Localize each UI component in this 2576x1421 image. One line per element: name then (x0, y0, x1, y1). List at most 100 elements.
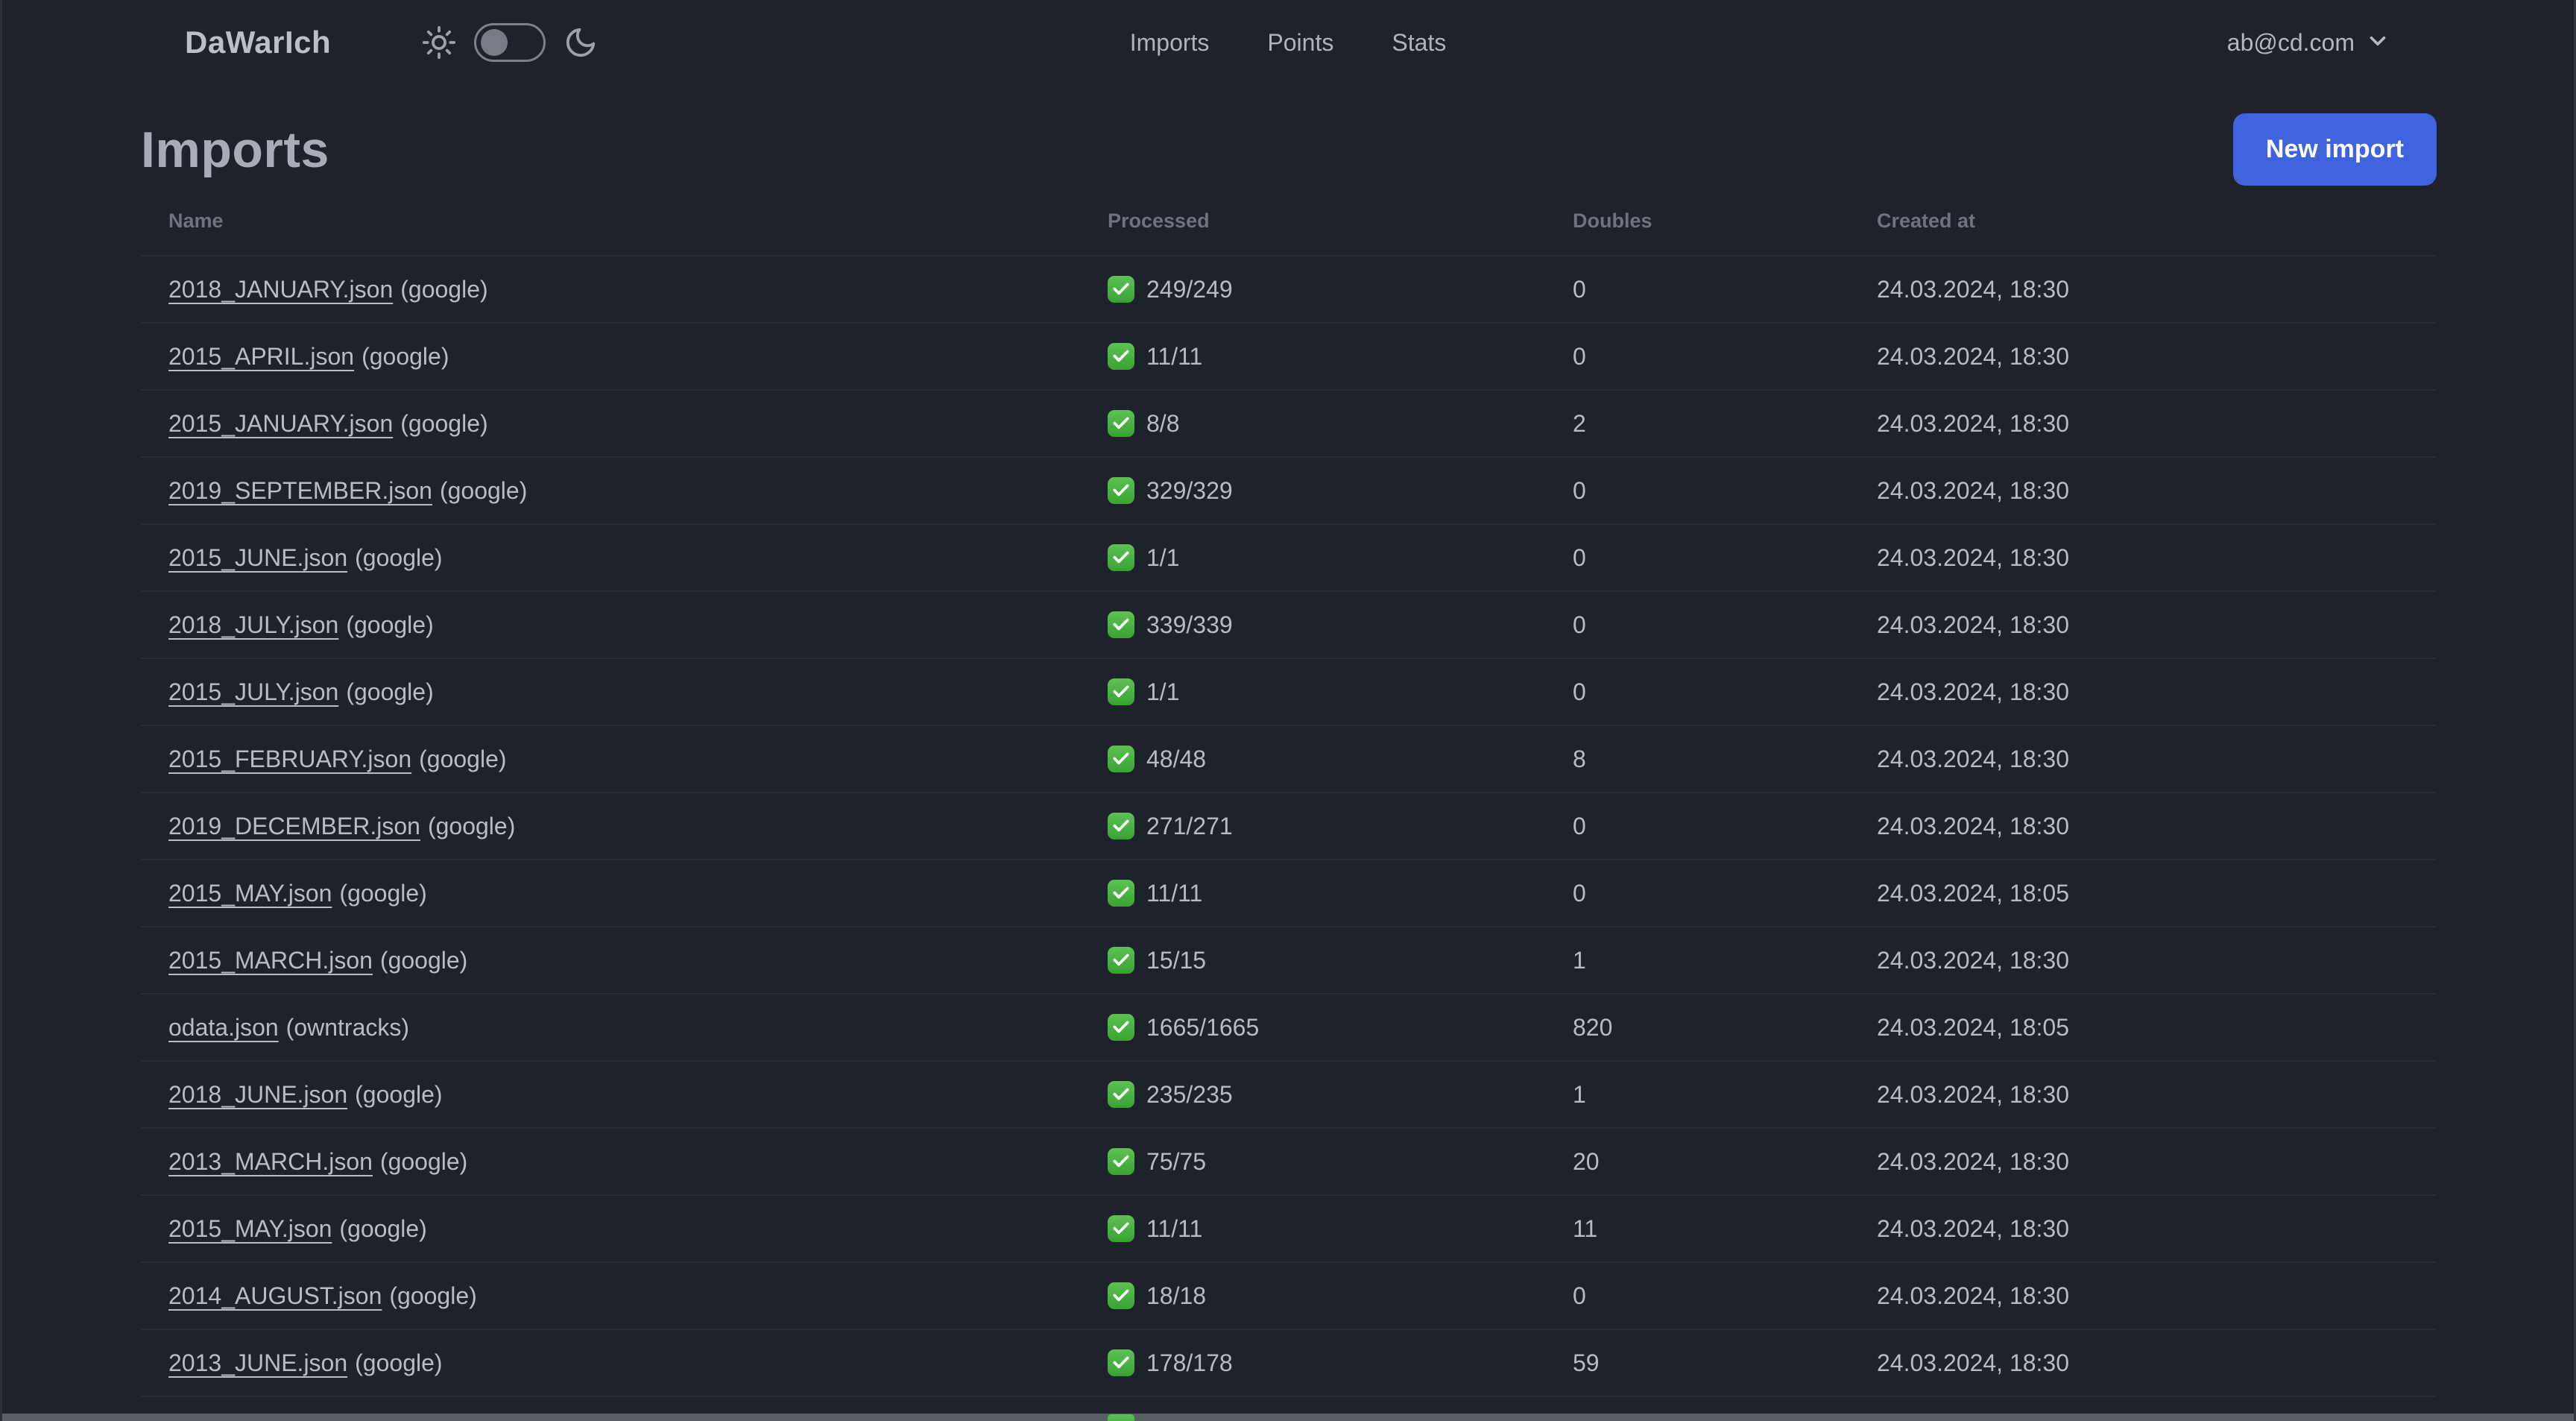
success-check-icon (1108, 746, 1134, 772)
import-file-link[interactable]: 2015_MAY.json (168, 880, 332, 907)
nav-item-stats[interactable]: Stats (1392, 29, 1446, 57)
import-source-label: (google) (339, 1214, 427, 1242)
doubles-count: 0 (1573, 342, 1586, 370)
theme-switch-knob[interactable] (481, 29, 508, 56)
success-check-icon (1108, 410, 1134, 437)
processed-count: 249/249 (1146, 275, 1233, 303)
success-check-icon (1108, 1215, 1134, 1242)
success-check-icon (1108, 1014, 1134, 1041)
success-check-icon (1108, 611, 1134, 638)
imports-table: Name Processed Doubles Created at 2018_J… (141, 205, 2437, 1417)
success-check-icon (1108, 678, 1134, 705)
processed-count: 75/75 (1146, 1147, 1207, 1175)
chevron-down-icon (2365, 28, 2390, 57)
import-file-link[interactable]: 2015_MARCH.json (168, 947, 373, 974)
created-at: 24.03.2024, 18:30 (1877, 678, 2070, 705)
import-table-row: 2018_JANUARY.json (google) 249/249 0 24.0… (141, 256, 2437, 323)
import-file-link[interactable]: 2013_MARCH.json (168, 1148, 373, 1175)
import-source-label: (google) (346, 678, 434, 705)
import-table-row: 2015_MAY.json (google) 11/11 0 24.03.2024… (141, 860, 2437, 927)
import-file-link[interactable]: 2018_JULY.json (168, 611, 338, 638)
app-window: DaWarIch Imports Points Stats ab@cd.com … (0, 0, 2576, 1421)
import-file-link[interactable]: 2015_JULY.json (168, 678, 338, 705)
created-at: 24.03.2024, 18:30 (1877, 745, 2070, 772)
doubles-count: 2 (1573, 409, 1586, 437)
success-check-icon (1108, 343, 1134, 370)
import-source-label: (google) (355, 1080, 443, 1108)
doubles-count: 0 (1573, 1282, 1586, 1309)
import-table-row: 2015_FEBRUARY.json (google) 48/48 8 24.03… (141, 725, 2437, 793)
import-source-label: (google) (400, 409, 488, 437)
import-file-link[interactable]: 2014_AUGUST.json (168, 1282, 382, 1309)
import-source-label: (google) (379, 1147, 468, 1175)
import-file-link[interactable]: 2015_JANUARY.json (168, 410, 393, 437)
processed-count: 48/48 (1146, 745, 1207, 772)
theme-switch[interactable] (474, 23, 546, 62)
nav-item-imports[interactable]: Imports (1130, 29, 1210, 57)
import-source-label: (google) (389, 1282, 477, 1309)
import-table-row: 2014_AUGUST.json (google) 18/18 0 24.03.2… (141, 1262, 2437, 1329)
import-file-link[interactable]: 2013_JUNE.json (168, 1349, 347, 1376)
success-check-icon (1108, 880, 1134, 907)
success-check-icon (1108, 276, 1134, 303)
import-file-link[interactable]: 2018_JUNE.json (168, 1081, 347, 1108)
doubles-count: 8 (1573, 745, 1586, 772)
import-source-label: (google) (362, 342, 449, 370)
imports-table-body: 2018_JANUARY.json (google) 249/249 0 24.0… (141, 256, 2437, 1417)
created-at: 24.03.2024, 18:30 (1877, 543, 2070, 571)
import-file-link[interactable]: 2015_MAY.json (168, 1215, 332, 1242)
import-table-row: 2015_MAY.json (google) 11/11 11 24.03.202… (141, 1195, 2437, 1262)
processed-count: 15/15 (1146, 946, 1207, 974)
processed-count: 1/1 (1146, 543, 1180, 571)
created-at: 24.03.2024, 18:30 (1877, 1147, 2070, 1175)
processed-count: 11/11 (1146, 342, 1203, 370)
success-check-icon (1108, 947, 1134, 974)
created-at: 24.03.2024, 18:30 (1877, 409, 2070, 437)
brand-logo[interactable]: DaWarIch (185, 25, 331, 60)
import-file-link[interactable]: 2015_JUNE.json (168, 544, 347, 571)
created-at: 24.03.2024, 18:30 (1877, 946, 2070, 974)
column-header-doubles: Doubles (1573, 209, 1652, 232)
import-source-label: (google) (339, 879, 427, 907)
horizontal-scrollbar[interactable] (2, 1414, 2574, 1421)
doubles-count: 820 (1573, 1013, 1613, 1041)
doubles-count: 0 (1573, 879, 1586, 907)
success-check-icon (1108, 544, 1134, 571)
success-check-icon (1108, 1081, 1134, 1108)
import-table-row: 2018_JUNE.json (google) 235/235 1 24.03.2… (141, 1061, 2437, 1128)
doubles-count: 0 (1573, 476, 1586, 504)
created-at: 24.03.2024, 18:30 (1877, 476, 2070, 504)
moon-icon (564, 25, 598, 60)
import-file-link[interactable]: 2018_JANUARY.json (168, 276, 393, 303)
new-import-button[interactable]: New import (2232, 113, 2437, 186)
doubles-count: 0 (1573, 275, 1586, 303)
import-file-link[interactable]: 2019_DECEMBER.json (168, 813, 420, 839)
import-source-label: (google) (355, 1349, 443, 1376)
import-table-row: 2019_SEPTEMBER.json (google) 329/329 0 24… (141, 457, 2437, 524)
created-at: 24.03.2024, 18:30 (1877, 1214, 2070, 1242)
processed-count: 178/178 (1146, 1349, 1233, 1376)
import-file-link[interactable]: 2015_FEBRUARY.json (168, 746, 411, 772)
processed-count: 1665/1665 (1146, 1013, 1260, 1041)
doubles-count: 1 (1573, 1080, 1586, 1108)
import-table-row: odata.json (owntracks) 1665/1665 820 24.0… (141, 994, 2437, 1061)
next-row-status-check-icon-partial (1108, 1414, 1134, 1421)
created-at: 24.03.2024, 18:30 (1877, 812, 2070, 839)
import-table-row: 2015_JULY.json (google) 1/1 0 24.03.2024,… (141, 658, 2437, 725)
import-file-link[interactable]: odata.json (168, 1014, 279, 1041)
user-menu[interactable]: ab@cd.com (2227, 28, 2390, 57)
user-email: ab@cd.com (2226, 28, 2355, 56)
import-table-row: 2015_JANUARY.json (google) 8/8 2 24.03.20… (141, 390, 2437, 457)
import-table-row: 2019_DECEMBER.json (google) 271/271 0 24.… (141, 793, 2437, 860)
created-at: 24.03.2024, 18:05 (1877, 1013, 2070, 1041)
import-file-link[interactable]: 2019_SEPTEMBER.json (168, 477, 432, 504)
nav-item-points[interactable]: Points (1267, 29, 1333, 57)
sun-icon (422, 25, 456, 60)
processed-count: 339/339 (1146, 611, 1233, 638)
import-source-label: (owntracks) (285, 1013, 410, 1041)
processed-count: 329/329 (1146, 476, 1233, 504)
created-at: 24.03.2024, 18:30 (1877, 611, 2070, 638)
column-header-created-at: Created at (1877, 209, 1976, 232)
created-at: 24.03.2024, 18:30 (1877, 1282, 2070, 1309)
import-file-link[interactable]: 2015_APRIL.json (168, 343, 354, 370)
